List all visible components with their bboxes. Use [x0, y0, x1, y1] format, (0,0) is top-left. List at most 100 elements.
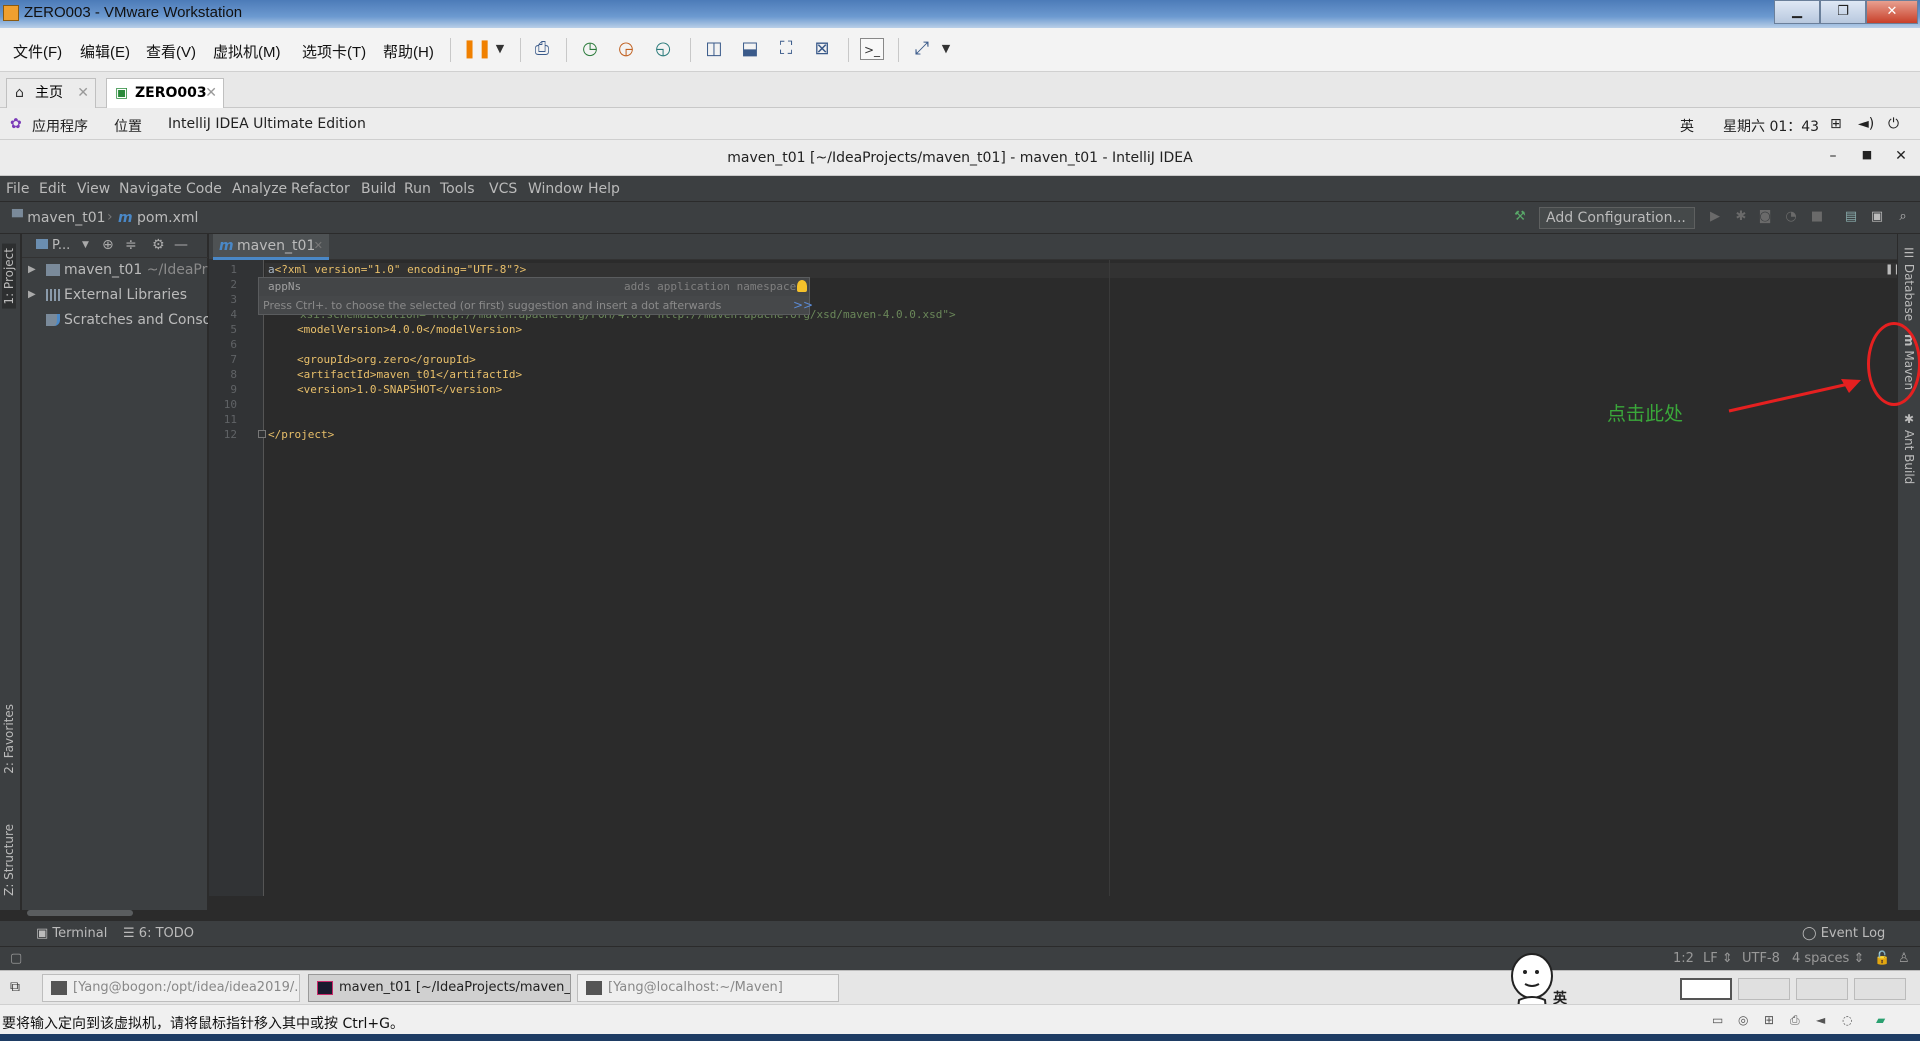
tree-item-scratches[interactable]: Scratches and Consol: [22, 308, 208, 332]
taskbar-item-intellij[interactable]: maven_t01 [~/IdeaProjects/maven_...: [308, 974, 571, 1002]
menu-code[interactable]: Code: [186, 181, 222, 197]
project-structure-icon[interactable]: ▤: [1843, 209, 1859, 225]
menu-vcs[interactable]: VCS: [489, 181, 517, 197]
menu-view[interactable]: 查看(V): [146, 41, 196, 62]
cd-icon[interactable]: ◎: [1738, 1013, 1754, 1027]
menu-tabs[interactable]: 选项卡(T): [302, 41, 366, 62]
tab-favorites[interactable]: 2: Favorites: [2, 704, 16, 774]
expand-arrow-icon[interactable]: ▶: [28, 258, 36, 282]
close-icon[interactable]: ✕: [77, 79, 89, 107]
taskbar-item-terminal-localhost[interactable]: [Yang@localhost:~/Maven]: [577, 974, 839, 1002]
revert-snapshot-icon[interactable]: ◶: [614, 38, 638, 60]
places-menu[interactable]: 位置: [114, 116, 142, 136]
more-link[interactable]: >>: [793, 298, 813, 312]
close-button[interactable]: ✕: [1866, 0, 1918, 24]
build-hammer-icon[interactable]: ⚒: [1512, 209, 1528, 225]
maximize-button[interactable]: ■: [1857, 148, 1877, 161]
menu-help[interactable]: Help: [588, 181, 620, 197]
tab-structure[interactable]: Z: Structure: [2, 824, 16, 896]
project-view-selector[interactable]: P...: [52, 238, 70, 253]
tab-zero003[interactable]: ▣ ZERO003 ✕: [106, 78, 224, 108]
applications-menu[interactable]: 应用程序: [32, 116, 88, 136]
stop-icon[interactable]: ■: [1809, 209, 1825, 225]
menu-run[interactable]: Run: [404, 181, 431, 197]
thumbnail-view-icon[interactable]: ⬓: [738, 38, 762, 60]
expand-arrow-icon[interactable]: ▶: [28, 283, 36, 307]
hide-icon[interactable]: —: [174, 237, 188, 253]
add-configuration-button[interactable]: Add Configuration...: [1539, 207, 1695, 229]
chevron-down-icon[interactable]: ▼: [488, 38, 512, 60]
locate-icon[interactable]: ⊕: [102, 237, 114, 253]
show-desktop-icon[interactable]: ⧉: [10, 979, 28, 997]
workspace-3[interactable]: [1796, 978, 1848, 1000]
terminal-tab[interactable]: ▣ Terminal: [36, 926, 107, 941]
tab-database[interactable]: ☰ Database: [1902, 246, 1916, 321]
menu-analyze[interactable]: Analyze: [232, 181, 287, 197]
console-icon[interactable]: >_: [860, 38, 884, 60]
breadcrumb-file[interactable]: m pom.xml: [118, 210, 198, 226]
collapse-all-icon[interactable]: ≑: [125, 237, 137, 253]
printer-icon[interactable]: ⎙: [1790, 1013, 1806, 1027]
input-method-indicator[interactable]: 英: [1680, 116, 1694, 136]
search-icon[interactable]: ⌕: [1895, 209, 1911, 225]
breadcrumb-project[interactable]: ▀ maven_t01: [12, 210, 106, 226]
tab-project[interactable]: 1: Project: [2, 244, 16, 309]
message-log-icon[interactable]: ▰: [1876, 1013, 1892, 1027]
tool-windows-icon[interactable]: ▢: [10, 951, 22, 966]
menu-file[interactable]: File: [6, 181, 29, 197]
workspace-4[interactable]: [1854, 978, 1906, 1000]
maximize-button[interactable]: ❐: [1820, 0, 1866, 24]
fold-marker-icon[interactable]: [258, 430, 266, 438]
sidebar-view-icon[interactable]: ◫: [702, 38, 726, 60]
code-editor[interactable]: [265, 260, 1897, 896]
inspector-icon[interactable]: ♙: [1898, 951, 1910, 966]
editor-horizontal-scroll[interactable]: [265, 896, 1897, 910]
fullscreen-icon[interactable]: ⛶: [774, 38, 798, 60]
send-keys-icon[interactable]: ⎙: [530, 38, 554, 60]
tab-home[interactable]: ⌂ 主页 ✕: [6, 78, 96, 108]
active-app-name[interactable]: IntelliJ IDEA Ultimate Edition: [168, 116, 366, 132]
debug-icon[interactable]: ✱: [1733, 209, 1749, 225]
menu-refactor[interactable]: Refactor: [291, 181, 350, 197]
file-encoding[interactable]: UTF-8: [1742, 951, 1780, 966]
completion-item[interactable]: appNs adds application namespace: [259, 278, 809, 296]
power-icon[interactable]: ⏻: [1888, 116, 1899, 132]
network-adapter-icon[interactable]: ⊞: [1764, 1013, 1780, 1027]
unity-icon[interactable]: ⊠: [810, 38, 834, 60]
hard-disk-icon[interactable]: ▭: [1712, 1013, 1728, 1027]
snapshot-icon[interactable]: ◷: [578, 38, 602, 60]
gear-icon[interactable]: ⚙: [152, 237, 165, 253]
menu-edit[interactable]: Edit: [39, 181, 66, 197]
volume-icon[interactable]: ◄): [1858, 116, 1874, 132]
tree-item-project[interactable]: ▶ maven_t01 ~/IdeaPr: [22, 258, 208, 282]
menu-tools[interactable]: Tools: [440, 181, 475, 197]
lightbulb-icon[interactable]: [797, 280, 807, 292]
indent-setting[interactable]: 4 spaces ⇕: [1792, 951, 1864, 966]
coverage-icon[interactable]: ◙: [1757, 209, 1773, 225]
usb-icon[interactable]: ◌: [1842, 1013, 1858, 1027]
tab-ant-build[interactable]: ✱ Ant Build: [1902, 412, 1916, 484]
menu-build[interactable]: Build: [361, 181, 396, 197]
sound-icon[interactable]: ◄: [1816, 1013, 1832, 1027]
chevron-down-icon[interactable]: ▼: [934, 38, 958, 60]
minimize-button[interactable]: ▁: [1774, 0, 1820, 24]
run-icon[interactable]: ▶: [1707, 209, 1723, 225]
sdk-manager-icon[interactable]: ▣: [1869, 209, 1885, 225]
tab-pom-xml[interactable]: m maven_t01 ✕: [213, 234, 329, 260]
menu-edit[interactable]: 编辑(E): [80, 41, 130, 62]
horizontal-scrollbar[interactable]: [27, 910, 133, 916]
menu-navigate[interactable]: Navigate: [119, 181, 182, 197]
tree-item-external-libraries[interactable]: ▶ External Libraries: [22, 283, 208, 307]
chevron-down-icon[interactable]: ▼: [82, 240, 89, 250]
close-icon[interactable]: ✕: [205, 79, 217, 107]
todo-tab[interactable]: ☰ 6: TODO: [123, 926, 194, 941]
menu-window[interactable]: Window: [528, 181, 583, 197]
minimize-button[interactable]: –: [1823, 148, 1843, 164]
stretch-icon[interactable]: ⤢: [910, 38, 934, 60]
taskbar-item-terminal-bogon[interactable]: [Yang@bogon:/opt/idea/idea2019/...: [42, 974, 300, 1002]
menu-file[interactable]: 文件(F): [13, 41, 62, 62]
menu-vm[interactable]: 虚拟机(M): [213, 41, 281, 62]
caret-position[interactable]: 1:2: [1673, 951, 1694, 966]
event-log-tab[interactable]: ◯ Event Log: [1802, 926, 1885, 941]
lock-icon[interactable]: 🔓: [1874, 951, 1890, 966]
